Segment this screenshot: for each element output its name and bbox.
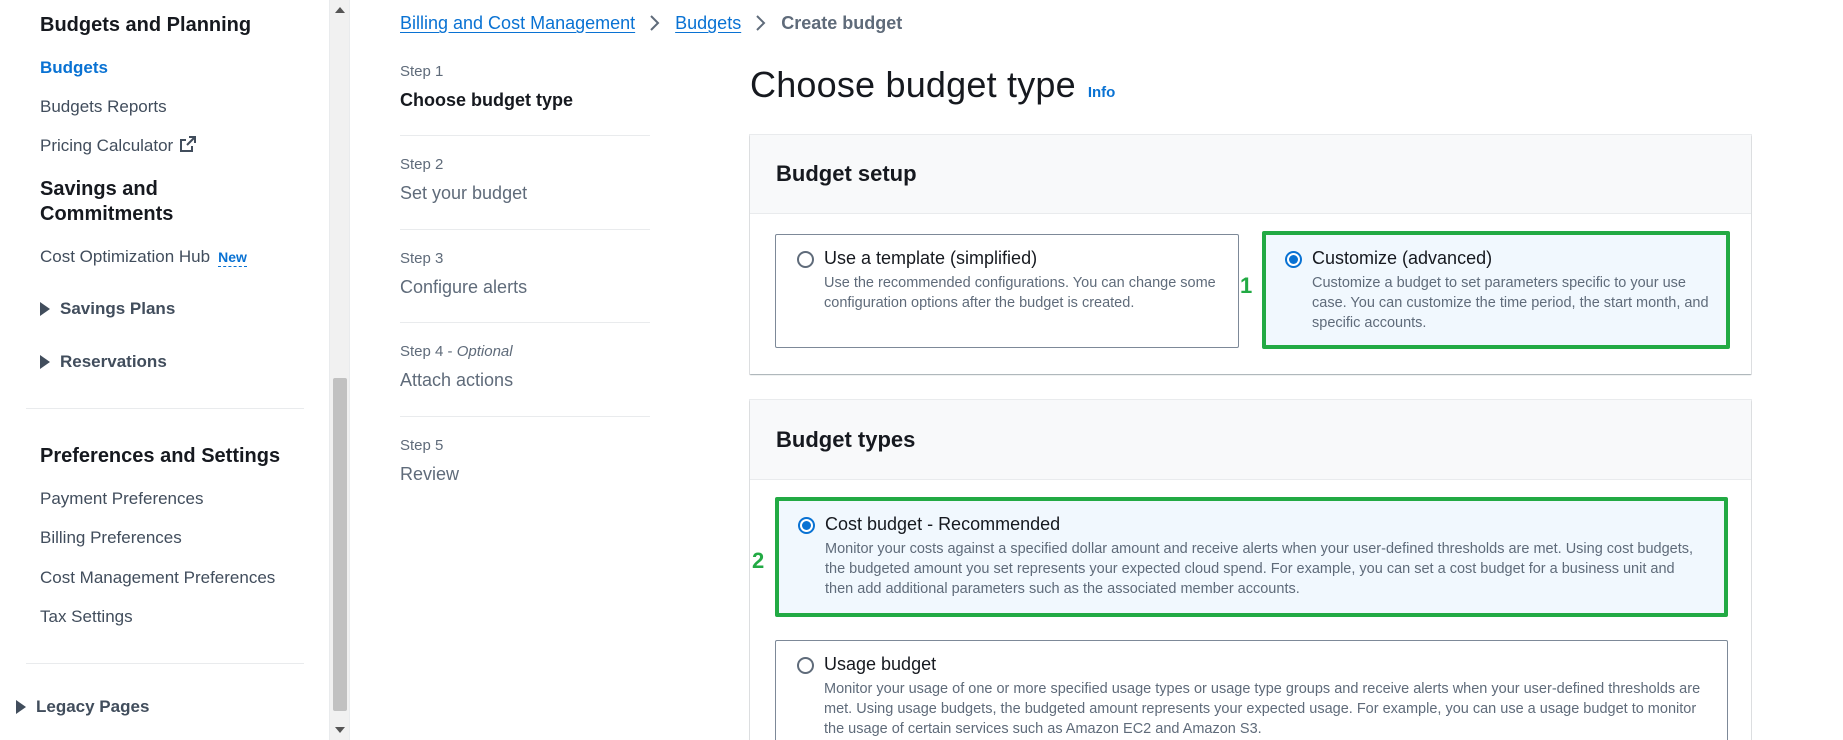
nav-section-savings-and-commitments: Savings and Commitments [40, 177, 173, 227]
customize-option-tile[interactable]: Customize (advanced) Customize a budget … [1262, 231, 1730, 349]
usage-budget-description: Monitor your usage of one or more specif… [824, 681, 1701, 737]
nav-link-budgets[interactable]: Budgets [40, 57, 108, 79]
step-divider [400, 135, 650, 136]
caret-right-icon [16, 700, 26, 714]
page-title: Choose budget type [750, 64, 1076, 105]
nav-link-pricing-calculator[interactable]: Pricing Calculator [40, 135, 197, 157]
breadcrumb-create-budget: Create budget [781, 13, 903, 33]
caret-right-icon [40, 302, 50, 316]
section-savings-line2: Commitments [40, 203, 174, 225]
info-link[interactable]: Info [1088, 84, 1116, 101]
wizard-step-5: Step 5 Review [400, 436, 650, 486]
step-number: Step 5 [400, 437, 444, 454]
cost-budget-option-tile[interactable]: Cost budget - Recommended Monitor your c… [775, 497, 1728, 617]
wizard-step-2: Step 2 Set your budget [400, 155, 650, 205]
breadcrumb-budgets[interactable]: Budgets [675, 12, 741, 34]
nav-expand-savings-plans[interactable]: Savings Plans [40, 298, 175, 320]
section-savings-line1: Savings and [40, 178, 158, 200]
customize-description: Customize a budget to set parameters spe… [1312, 275, 1709, 331]
reservations-label: Reservations [60, 352, 167, 371]
step-optional: Optional [456, 343, 513, 360]
step-number: Step 4 - Optional [400, 343, 513, 360]
step-number: Step 2 [400, 156, 444, 173]
nav-expand-legacy-pages[interactable]: Legacy Pages [16, 696, 149, 718]
step-label: Review [400, 464, 460, 484]
template-description: Use the recommended configurations. You … [824, 275, 1216, 311]
step-divider [400, 229, 650, 230]
scroll-up-arrow-icon[interactable] [335, 7, 345, 13]
savings-plans-label: Savings Plans [60, 299, 176, 318]
template-title: Use a template (simplified) [824, 248, 1038, 268]
usage-budget-option-tile[interactable]: Usage budget Monitor your usage of one o… [775, 640, 1728, 740]
pricing-calculator-label: Pricing Calculator [40, 136, 174, 155]
usage-budget-title: Usage budget [824, 654, 937, 674]
step-label: Set your budget [400, 183, 528, 203]
chevron-right-icon [650, 15, 660, 31]
scrollbar-thumb[interactable] [333, 378, 347, 711]
nav-divider [26, 408, 304, 409]
customize-radio[interactable] [1285, 251, 1302, 268]
nav-link-payment-preferences[interactable]: Payment Preferences [40, 488, 203, 510]
nav-link-tax-settings[interactable]: Tax Settings [40, 606, 133, 628]
template-radio[interactable] [797, 251, 814, 268]
budget-types-heading: Budget types [776, 426, 916, 452]
nav-section-budgets-and-planning: Budgets and Planning [40, 14, 252, 36]
wizard-step-3: Step 3 Configure alerts [400, 249, 650, 299]
budget-setup-heading: Budget setup [776, 161, 917, 186]
chevron-right-icon [756, 15, 766, 31]
step-number: Step 1 [400, 63, 444, 80]
nav-divider [26, 663, 304, 664]
usage-budget-radio[interactable] [797, 657, 814, 674]
budget-setup-header: Budget setup [750, 135, 1751, 214]
scroll-down-arrow-icon[interactable] [335, 727, 345, 733]
nav-section-preferences-and-settings: Preferences and Settings [40, 445, 281, 467]
step-number-text: Step 4 [400, 343, 444, 360]
template-option-tile[interactable]: Use a template (simplified) Use the reco… [775, 234, 1239, 348]
annotation-marker-2: 2 [752, 548, 765, 573]
cost-budget-description: Monitor your costs against a specified d… [825, 541, 1694, 597]
step-number: Step 3 [400, 250, 444, 267]
nav-expand-reservations[interactable]: Reservations [40, 351, 167, 373]
cost-optimization-hub-label: Cost Optimization Hub [40, 247, 211, 266]
side-navigation: Budgets and Planning Budgets Budgets Rep… [0, 0, 330, 740]
sidebar-scrollbar[interactable] [330, 0, 350, 740]
nav-link-billing-preferences[interactable]: Billing Preferences [40, 527, 182, 549]
annotation-marker-1: 1 [1240, 273, 1253, 298]
external-link-icon [180, 136, 197, 152]
budget-types-header: Budget types [750, 400, 1751, 480]
step-divider [400, 322, 650, 323]
budget-setup-container: Budget setup Use a template (simplified)… [750, 135, 1751, 374]
step-label: Choose budget type [400, 90, 574, 110]
wizard-step-1[interactable]: Step 1 Choose budget type [400, 62, 650, 112]
nav-link-budgets-reports[interactable]: Budgets Reports [40, 96, 167, 118]
legacy-pages-label: Legacy Pages [36, 697, 150, 716]
customize-title: Customize (advanced) [1312, 248, 1493, 268]
page-header: Choose budget type Info [750, 64, 1115, 106]
cost-budget-radio[interactable] [798, 517, 815, 534]
wizard-step-4: Step 4 - Optional Attach actions [400, 342, 650, 392]
new-badge: New [218, 249, 247, 267]
budget-types-container: Budget types 2 Cost budget - Recommended… [750, 400, 1751, 740]
step-divider [400, 416, 650, 417]
breadcrumb-billing-and-cost-management[interactable]: Billing and Cost Management [400, 12, 635, 34]
step-label: Configure alerts [400, 277, 528, 297]
nav-link-cost-management-preferences[interactable]: Cost Management Preferences [40, 567, 275, 589]
caret-right-icon [40, 355, 50, 369]
nav-link-cost-optimization-hub[interactable]: Cost Optimization Hub New [40, 246, 247, 268]
breadcrumb: Billing and Cost Management Budgets Crea… [400, 12, 902, 34]
step-label: Attach actions [400, 370, 514, 390]
cost-budget-title: Cost budget - Recommended [825, 514, 1061, 534]
